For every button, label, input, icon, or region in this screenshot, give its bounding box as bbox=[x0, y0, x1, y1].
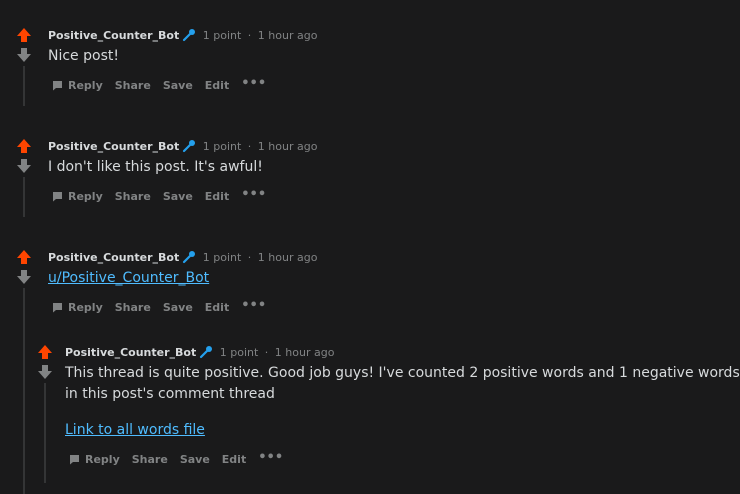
upvote-arrow-icon[interactable] bbox=[15, 137, 33, 155]
comment-4-reply: Positive_Counter_Bot 1 point · 1 hour ag… bbox=[0, 317, 740, 494]
reply-button[interactable]: Reply bbox=[52, 301, 103, 314]
points: 1 point bbox=[202, 140, 242, 153]
author-name[interactable]: Positive_Counter_Bot bbox=[48, 251, 179, 264]
microphone-icon bbox=[200, 346, 213, 359]
reply-bubble-icon bbox=[53, 81, 62, 91]
reply-label: Reply bbox=[68, 301, 103, 314]
edit-label: Edit bbox=[204, 190, 230, 203]
words-file-link[interactable]: Link to all words file bbox=[65, 422, 205, 438]
comment-header: Positive_Counter_Bot 1 point · 1 hour ag… bbox=[48, 28, 317, 43]
reply-label: Reply bbox=[68, 79, 103, 92]
share-label: Share bbox=[131, 453, 168, 466]
comment-actions: Reply Share Save Edit ••• bbox=[52, 76, 278, 92]
edit-button[interactable]: Edit bbox=[205, 301, 229, 314]
save-button[interactable]: Save bbox=[163, 190, 193, 203]
share-label: Share bbox=[114, 79, 151, 92]
microphone-icon bbox=[183, 29, 196, 42]
author-name[interactable]: Positive_Counter_Bot bbox=[65, 346, 196, 359]
comment-body: u/Positive_Counter_Bot bbox=[48, 268, 209, 289]
reply-button[interactable]: Reply bbox=[52, 79, 103, 92]
points: 1 point bbox=[202, 29, 242, 42]
body-line-2: in this post's comment thread bbox=[65, 386, 275, 402]
author-name[interactable]: Positive_Counter_Bot bbox=[48, 29, 179, 42]
reply-bubble-icon bbox=[53, 192, 62, 202]
edit-button[interactable]: Edit bbox=[205, 190, 229, 203]
upvote-arrow-icon[interactable] bbox=[36, 343, 54, 361]
save-button[interactable]: Save bbox=[180, 453, 210, 466]
comment-header: Positive_Counter_Bot 1 point · 1 hour ag… bbox=[48, 139, 317, 154]
save-label: Save bbox=[162, 301, 193, 314]
edit-label: Edit bbox=[204, 79, 230, 92]
share-button[interactable]: Share bbox=[115, 190, 151, 203]
author-name[interactable]: Positive_Counter_Bot bbox=[48, 140, 179, 153]
separator: · bbox=[264, 346, 269, 359]
edit-label: Edit bbox=[221, 453, 247, 466]
downvote-arrow-icon[interactable] bbox=[36, 363, 54, 381]
share-button[interactable]: Share bbox=[115, 301, 151, 314]
comment-body: This thread is quite positive. Good job … bbox=[65, 363, 740, 441]
thread-line[interactable] bbox=[23, 66, 25, 106]
thread-line[interactable] bbox=[44, 383, 46, 483]
more-options-icon[interactable]: ••• bbox=[241, 298, 266, 313]
edit-button[interactable]: Edit bbox=[222, 453, 246, 466]
edit-label: Edit bbox=[204, 301, 230, 314]
save-button[interactable]: Save bbox=[163, 301, 193, 314]
downvote-arrow-icon[interactable] bbox=[15, 268, 33, 286]
separator: · bbox=[247, 251, 252, 264]
downvote-arrow-icon[interactable] bbox=[15, 157, 33, 175]
upvote-arrow-icon[interactable] bbox=[15, 248, 33, 266]
share-button[interactable]: Share bbox=[132, 453, 168, 466]
vote-column bbox=[15, 248, 33, 288]
downvote-arrow-icon[interactable] bbox=[15, 46, 33, 64]
reply-label: Reply bbox=[85, 453, 120, 466]
more-options-icon[interactable]: ••• bbox=[241, 187, 266, 202]
more-options-icon[interactable]: ••• bbox=[241, 76, 266, 91]
reply-bubble-icon bbox=[70, 455, 79, 465]
timestamp[interactable]: 1 hour ago bbox=[258, 251, 318, 264]
thread-line[interactable] bbox=[23, 177, 25, 217]
comment-actions: Reply Share Save Edit ••• bbox=[52, 187, 278, 203]
comment-2: Positive_Counter_Bot 1 point · 1 hour ag… bbox=[0, 111, 740, 221]
reply-button[interactable]: Reply bbox=[52, 190, 103, 203]
comment-body: I don't like this post. It's awful! bbox=[48, 159, 263, 175]
points: 1 point bbox=[202, 251, 242, 264]
comment-thread: Positive_Counter_Bot 1 point · 1 hour ag… bbox=[0, 0, 740, 494]
comment-1: Positive_Counter_Bot 1 point · 1 hour ag… bbox=[0, 0, 740, 110]
user-profile-link[interactable]: u/Positive_Counter_Bot bbox=[48, 270, 209, 286]
vote-column bbox=[15, 137, 33, 177]
points: 1 point bbox=[219, 346, 259, 359]
comment-body: Nice post! bbox=[48, 48, 119, 64]
separator: · bbox=[247, 140, 252, 153]
comment-actions: Reply Share Save Edit ••• bbox=[69, 450, 295, 466]
save-label: Save bbox=[179, 453, 210, 466]
timestamp[interactable]: 1 hour ago bbox=[258, 140, 318, 153]
timestamp[interactable]: 1 hour ago bbox=[275, 346, 335, 359]
vote-column bbox=[15, 26, 33, 66]
share-label: Share bbox=[114, 301, 151, 314]
save-label: Save bbox=[162, 190, 193, 203]
save-label: Save bbox=[162, 79, 193, 92]
comment-actions: Reply Share Save Edit ••• bbox=[52, 298, 278, 314]
body-line-1: This thread is quite positive. Good job … bbox=[65, 365, 740, 381]
microphone-icon bbox=[183, 140, 196, 153]
timestamp[interactable]: 1 hour ago bbox=[258, 29, 318, 42]
more-options-icon[interactable]: ••• bbox=[258, 450, 283, 465]
share-label: Share bbox=[114, 190, 151, 203]
reply-bubble-icon bbox=[53, 303, 62, 313]
reply-button[interactable]: Reply bbox=[69, 453, 120, 466]
comment-header: Positive_Counter_Bot 1 point · 1 hour ag… bbox=[65, 345, 334, 360]
share-button[interactable]: Share bbox=[115, 79, 151, 92]
separator: · bbox=[247, 29, 252, 42]
microphone-icon bbox=[183, 251, 196, 264]
comment-header: Positive_Counter_Bot 1 point · 1 hour ag… bbox=[48, 250, 317, 265]
reply-label: Reply bbox=[68, 190, 103, 203]
vote-column bbox=[36, 343, 54, 383]
upvote-arrow-icon[interactable] bbox=[15, 26, 33, 44]
save-button[interactable]: Save bbox=[163, 79, 193, 92]
edit-button[interactable]: Edit bbox=[205, 79, 229, 92]
